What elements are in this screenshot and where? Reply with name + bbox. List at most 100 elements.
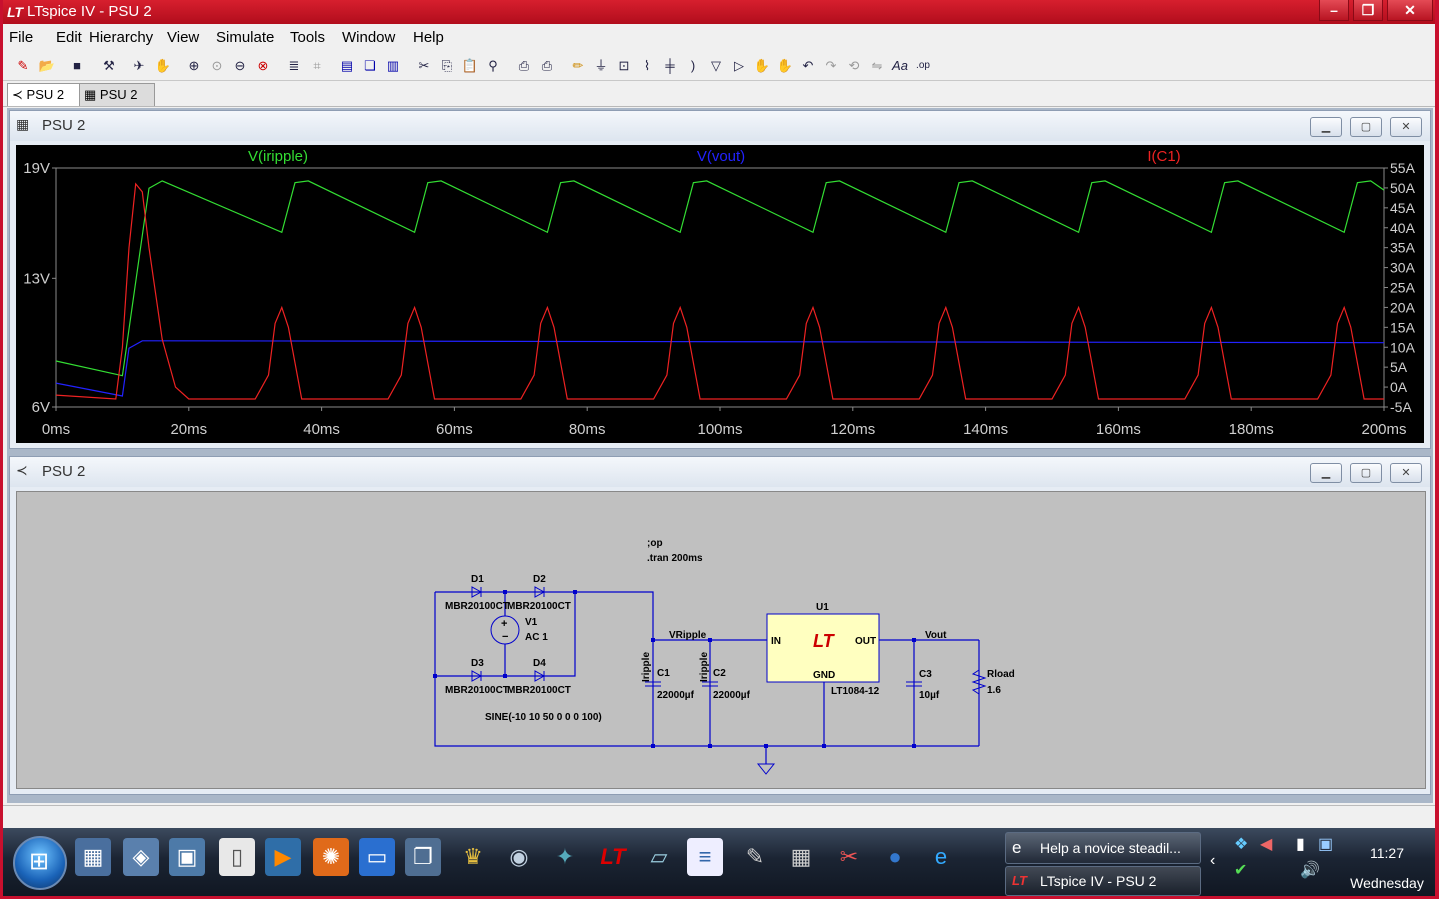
windows-icon[interactable]: ❐: [405, 838, 441, 876]
media-player-icon[interactable]: ▶: [265, 838, 301, 876]
autorange-icon[interactable]: ≣: [284, 56, 304, 76]
print-setup-icon[interactable]: ⎙: [514, 56, 534, 76]
minimize-button[interactable]: ▁: [1310, 463, 1342, 483]
component-icon[interactable]: ▷: [729, 56, 749, 76]
zoom-area-icon[interactable]: ⊙: [207, 56, 227, 76]
x-tick-label: 180ms: [1229, 421, 1274, 438]
notepad-icon[interactable]: ▱: [641, 838, 677, 876]
resistor-icon[interactable]: ⌇: [637, 56, 657, 76]
open-icon[interactable]: 📂: [37, 56, 57, 76]
tab-label: PSU 2: [26, 87, 65, 102]
inductor-icon[interactable]: ): [683, 56, 703, 76]
tile-horizontal-icon[interactable]: ▤: [337, 56, 357, 76]
find-icon[interactable]: ⚲: [483, 56, 503, 76]
halt-icon[interactable]: ✋: [153, 56, 173, 76]
network-icon[interactable]: ◈: [123, 838, 159, 876]
maximize-button[interactable]: ▢: [1350, 117, 1382, 137]
maximize-button[interactable]: ▢: [1350, 463, 1382, 483]
lt-logo-icon[interactable]: LT: [595, 838, 631, 876]
clock-day: Wednesday: [1350, 875, 1424, 891]
tab-schematic[interactable]: ≺ PSU 2: [7, 83, 85, 106]
trophy-icon[interactable]: ♛: [455, 838, 491, 876]
cascade-icon[interactable]: ❏: [360, 56, 380, 76]
schematic-canvas[interactable]: + − LT ;op .tran 200ms D1 MBR20100CT D2 …: [16, 491, 1426, 789]
restore-button[interactable]: ❐: [1353, 0, 1383, 21]
checkmark-icon[interactable]: ✔: [1234, 860, 1247, 880]
save-icon[interactable]: ■: [67, 56, 87, 76]
tab-waveform[interactable]: ▦ PSU 2: [79, 83, 155, 106]
dropbox-icon[interactable]: ❖: [1234, 834, 1248, 854]
directive-tran[interactable]: .tran 200ms: [647, 553, 703, 564]
pencil-cup-icon[interactable]: ✎: [737, 838, 773, 876]
cut-icon[interactable]: ✂: [414, 56, 434, 76]
calendar-2010-icon[interactable]: ◉: [501, 838, 537, 876]
paste-icon[interactable]: 📋: [460, 56, 480, 76]
mirror-icon[interactable]: ⇋: [867, 56, 887, 76]
blank-document-icon[interactable]: ▯: [219, 838, 255, 876]
tools-icon[interactable]: ✦: [547, 838, 583, 876]
d4-value: MBR20100CT: [507, 685, 571, 696]
menu-tools[interactable]: Tools: [290, 29, 325, 46]
device-icon[interactable]: ▮: [1296, 834, 1305, 854]
u1-pin-in: IN: [771, 636, 781, 647]
waveform-icon: ▦: [16, 116, 30, 132]
explorer-icon[interactable]: ▦: [75, 838, 111, 876]
close-button[interactable]: ✕: [1387, 0, 1433, 21]
ground-icon[interactable]: ⏚: [591, 56, 611, 76]
chevron-left-icon[interactable]: ‹: [1210, 852, 1215, 870]
waveform-plot[interactable]: 0ms 20ms 40ms 60ms 80ms 100ms 120ms 140ms 160ms 1…: [16, 145, 1424, 443]
print-icon[interactable]: ⎙: [537, 56, 557, 76]
minimize-button[interactable]: –: [1319, 0, 1349, 21]
directive-op[interactable]: ;op: [647, 538, 663, 549]
junction: [503, 590, 507, 594]
redo-icon[interactable]: ↷: [821, 56, 841, 76]
control-panel-icon[interactable]: ⚒: [99, 56, 119, 76]
spice-directive-icon[interactable]: .op: [913, 56, 933, 76]
clock[interactable]: 11:27 Wednesday: [1343, 838, 1431, 896]
ie-icon[interactable]: e: [923, 838, 959, 876]
net-vout: Vout: [925, 630, 947, 641]
move-icon[interactable]: ✋: [752, 56, 772, 76]
tile-vertical-icon[interactable]: ▥: [383, 56, 403, 76]
menu-edit[interactable]: Edit: [56, 29, 82, 46]
taskbar-window-ltspice[interactable]: LT LTspice IV - PSU 2: [1005, 866, 1201, 896]
text-icon[interactable]: Aa: [890, 56, 910, 76]
close-button[interactable]: ✕: [1390, 117, 1422, 137]
menu-help[interactable]: Help: [413, 29, 444, 46]
google-earth-icon[interactable]: ●: [877, 838, 913, 876]
snipping-tool-icon[interactable]: ✂: [831, 838, 867, 876]
calculator-icon[interactable]: ▦: [783, 838, 819, 876]
drag-icon[interactable]: ✋: [775, 56, 795, 76]
x-tick-label: 60ms: [436, 421, 473, 438]
copy-icon[interactable]: ⎘: [437, 56, 457, 76]
zoom-in-icon[interactable]: ⊕: [184, 56, 204, 76]
paint-icon[interactable]: ✺: [313, 838, 349, 876]
new-schematic-icon[interactable]: ✎: [13, 56, 33, 76]
capacitor-icon[interactable]: ╪: [660, 56, 680, 76]
run-icon[interactable]: ✈: [129, 56, 149, 76]
rotate-icon[interactable]: ⟲: [844, 56, 864, 76]
menu-window[interactable]: Window: [342, 29, 395, 46]
label-net-icon[interactable]: ⊡: [614, 56, 634, 76]
menu-view[interactable]: View: [167, 29, 199, 46]
diode-icon[interactable]: ▽: [706, 56, 726, 76]
minimize-button[interactable]: ▁: [1310, 117, 1342, 137]
junction: [433, 674, 437, 678]
taskbar-window-browser[interactable]: e Help a novice steadil...: [1005, 832, 1201, 864]
volume-icon[interactable]: 🔊: [1300, 860, 1320, 880]
menu-file[interactable]: File: [9, 29, 33, 46]
undo-icon[interactable]: ↶: [798, 56, 818, 76]
close-button[interactable]: ✕: [1390, 463, 1422, 483]
wordpad-icon[interactable]: ≡: [687, 838, 723, 876]
start-button[interactable]: ⊞: [13, 836, 67, 890]
wire-icon[interactable]: ✏: [568, 56, 588, 76]
mark-unref-icon[interactable]: ⌗: [307, 56, 327, 76]
menu-simulate[interactable]: Simulate: [216, 29, 274, 46]
zoom-cancel-icon[interactable]: ⊗: [253, 56, 273, 76]
documents-icon[interactable]: ▣: [169, 838, 205, 876]
network-tray-icon[interactable]: ▣: [1318, 834, 1333, 854]
zoom-out-icon[interactable]: ⊖: [230, 56, 250, 76]
speaker-muted-icon[interactable]: ◀: [1260, 834, 1272, 854]
desktop-icon[interactable]: ▭: [359, 838, 395, 876]
menu-hierarchy[interactable]: Hierarchy: [89, 29, 153, 46]
